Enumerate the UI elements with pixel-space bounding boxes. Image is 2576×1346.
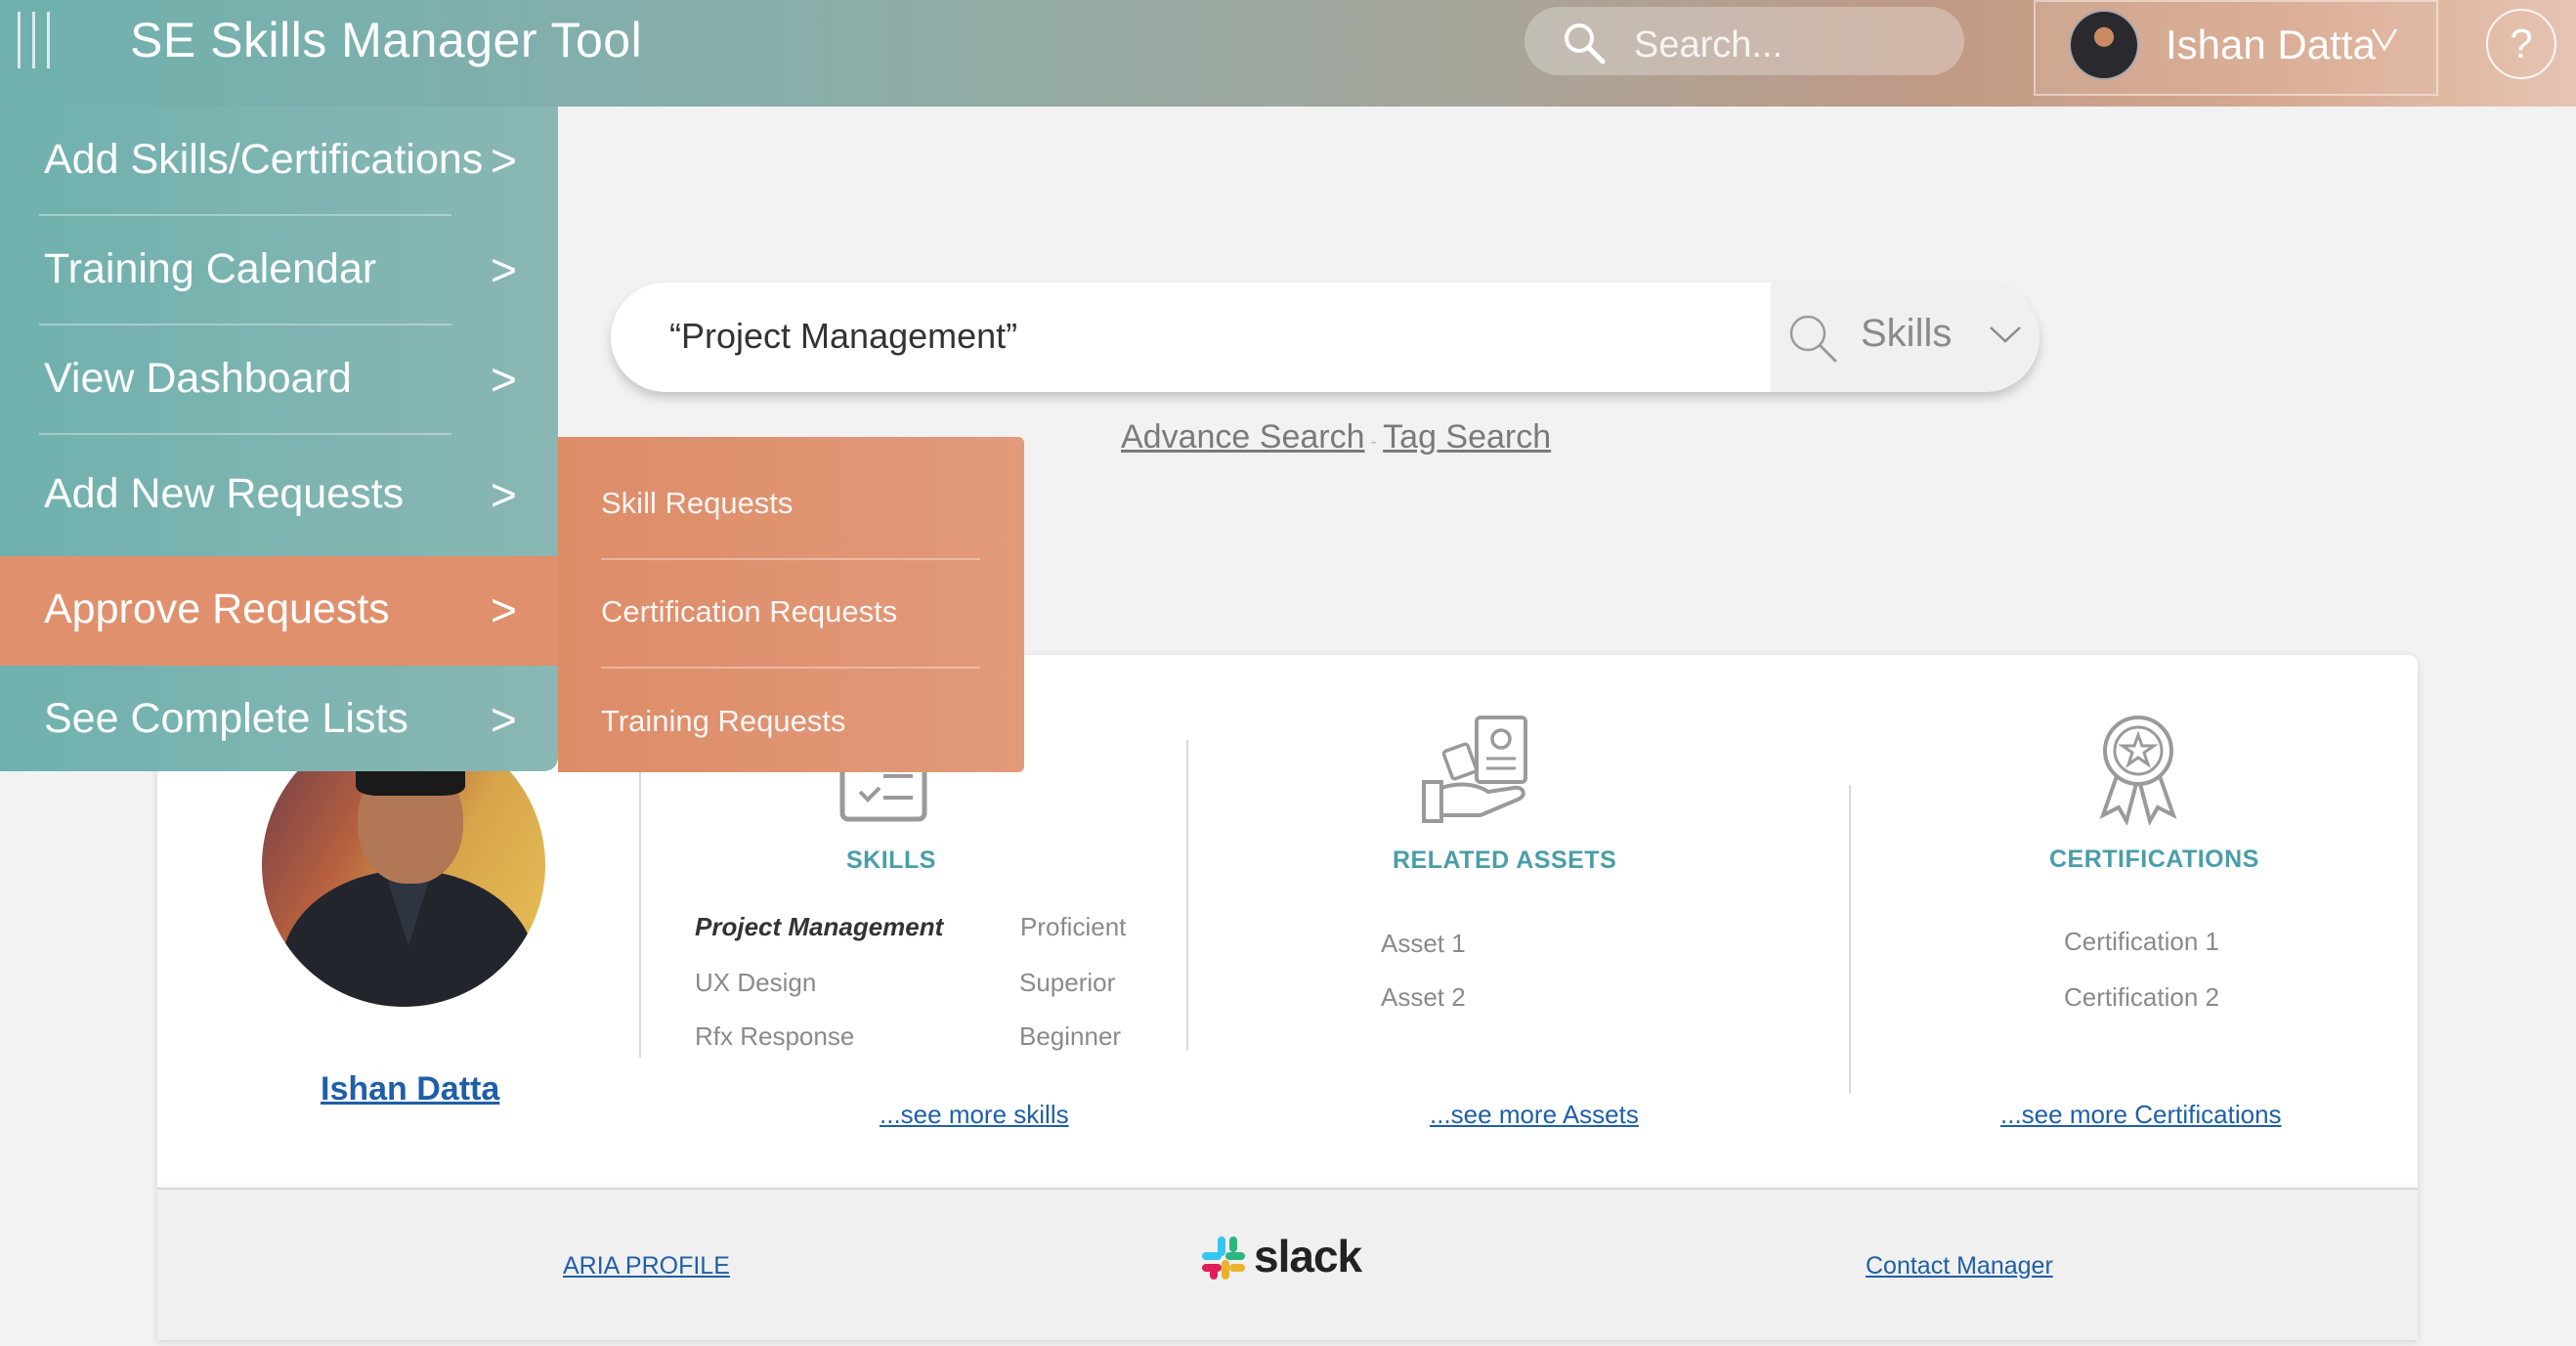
skill-name: Rfx Response	[695, 1021, 855, 1051]
slack-logo-icon[interactable]	[1200, 1235, 1247, 1281]
menu-item-see-complete-lists[interactable]: See Complete Lists >	[0, 666, 558, 775]
advance-search-link[interactable]: Advance Search	[1121, 418, 1365, 456]
skill-level: Beginner	[1019, 1021, 1122, 1051]
menu-item-view-dashboard[interactable]: View Dashboard >	[0, 326, 558, 435]
skill-name: UX Design	[695, 968, 817, 997]
user-menu[interactable]: Ishan Datta	[2034, 0, 2438, 96]
chevron-down-icon	[1990, 326, 2021, 343]
chevron-right-icon: >	[491, 354, 517, 405]
app-header: SE Skills Manager Tool Search... Ishan D…	[0, 0, 2576, 107]
certification-item: Certification 2	[2064, 982, 2219, 1012]
asset-item: Asset 2	[1381, 982, 1466, 1012]
aria-profile-link[interactable]: ARIA PROFILE	[563, 1252, 730, 1281]
search-links: Advance Search - Tag Search	[1121, 418, 1551, 456]
menu-item-label: Training Calendar	[44, 245, 377, 292]
see-more-assets-link[interactable]: ...see more Assets	[1430, 1100, 1639, 1130]
search-scope-label: Skills	[1861, 312, 1953, 355]
search-icon	[1565, 23, 1606, 65]
divider	[1186, 740, 1188, 1051]
hamburger-menu-icon[interactable]	[18, 12, 64, 70]
menu-item-label: Add Skills/Certifications	[44, 136, 484, 183]
user-name: Ishan Datta	[2166, 22, 2376, 67]
tag-search-link[interactable]: Tag Search	[1383, 418, 1551, 456]
menu-item-label: Add New Requests	[44, 470, 405, 517]
search-query-input[interactable]: “Project Management”	[669, 316, 1017, 357]
menu-item-training-calendar[interactable]: Training Calendar >	[0, 216, 558, 326]
asset-item: Asset 1	[1381, 929, 1466, 958]
see-more-certifications-link[interactable]: ...see more Certifications	[2000, 1100, 2282, 1130]
help-button[interactable]: ?	[2486, 9, 2556, 79]
search-scope-dropdown[interactable]: Skills	[1771, 282, 2039, 392]
certification-ribbon-icon	[2099, 716, 2177, 825]
assets-icon	[1422, 716, 1527, 823]
menu-item-label: View Dashboard	[44, 355, 352, 402]
menu-item-add-new-requests[interactable]: Add New Requests >	[0, 441, 558, 550]
chevron-down-icon	[2371, 28, 2398, 52]
submenu-item-skill-requests[interactable]: Skill Requests	[601, 486, 793, 521]
menu-item-label: See Complete Lists	[44, 695, 408, 742]
side-menu: Add Skills/Certifications > Training Cal…	[0, 107, 558, 771]
skill-level: Superior	[1019, 968, 1116, 997]
approve-requests-submenu: Skill Requests Certification Requests Tr…	[558, 437, 1024, 772]
search-placeholder: Search...	[1634, 24, 1783, 65]
app-title: SE Skills Manager Tool	[130, 13, 643, 67]
submenu-item-training-requests[interactable]: Training Requests	[601, 704, 845, 739]
see-more-skills-link[interactable]: ...see more skills	[880, 1100, 1069, 1130]
search-icon	[1789, 315, 1837, 363]
chevron-right-icon: >	[491, 135, 517, 186]
header-search-input[interactable]: Search...	[1524, 7, 1964, 75]
contact-manager-link[interactable]: Contact Manager	[1866, 1252, 2053, 1281]
chevron-right-icon: >	[491, 694, 517, 745]
submenu-item-certification-requests[interactable]: Certification Requests	[601, 594, 897, 630]
certifications-title: CERTIFICATIONS	[2049, 846, 2259, 873]
chevron-right-icon: >	[491, 469, 517, 520]
skill-name: Project Management	[695, 912, 944, 941]
menu-item-approve-requests[interactable]: Approve Requests >	[0, 556, 558, 666]
user-avatar	[2069, 10, 2139, 80]
link-separator: -	[1370, 431, 1378, 453]
menu-item-add-skills[interactable]: Add Skills/Certifications >	[0, 107, 558, 216]
certification-item: Certification 1	[2064, 927, 2219, 956]
skill-level: Proficient	[1020, 912, 1127, 941]
chevron-right-icon: >	[491, 244, 517, 295]
divider	[1849, 785, 1851, 1094]
profile-name-link[interactable]: Ishan Datta	[321, 1070, 499, 1108]
slack-label[interactable]: slack	[1254, 1230, 1362, 1282]
divider	[639, 743, 641, 1058]
chevron-right-icon: >	[491, 585, 517, 635]
menu-item-label: Approve Requests	[44, 586, 390, 632]
skills-title: SKILLS	[846, 847, 936, 874]
main-search-bar[interactable]: “Project Management” Skills	[611, 282, 2039, 392]
assets-title: RELATED ASSETS	[1393, 847, 1617, 874]
